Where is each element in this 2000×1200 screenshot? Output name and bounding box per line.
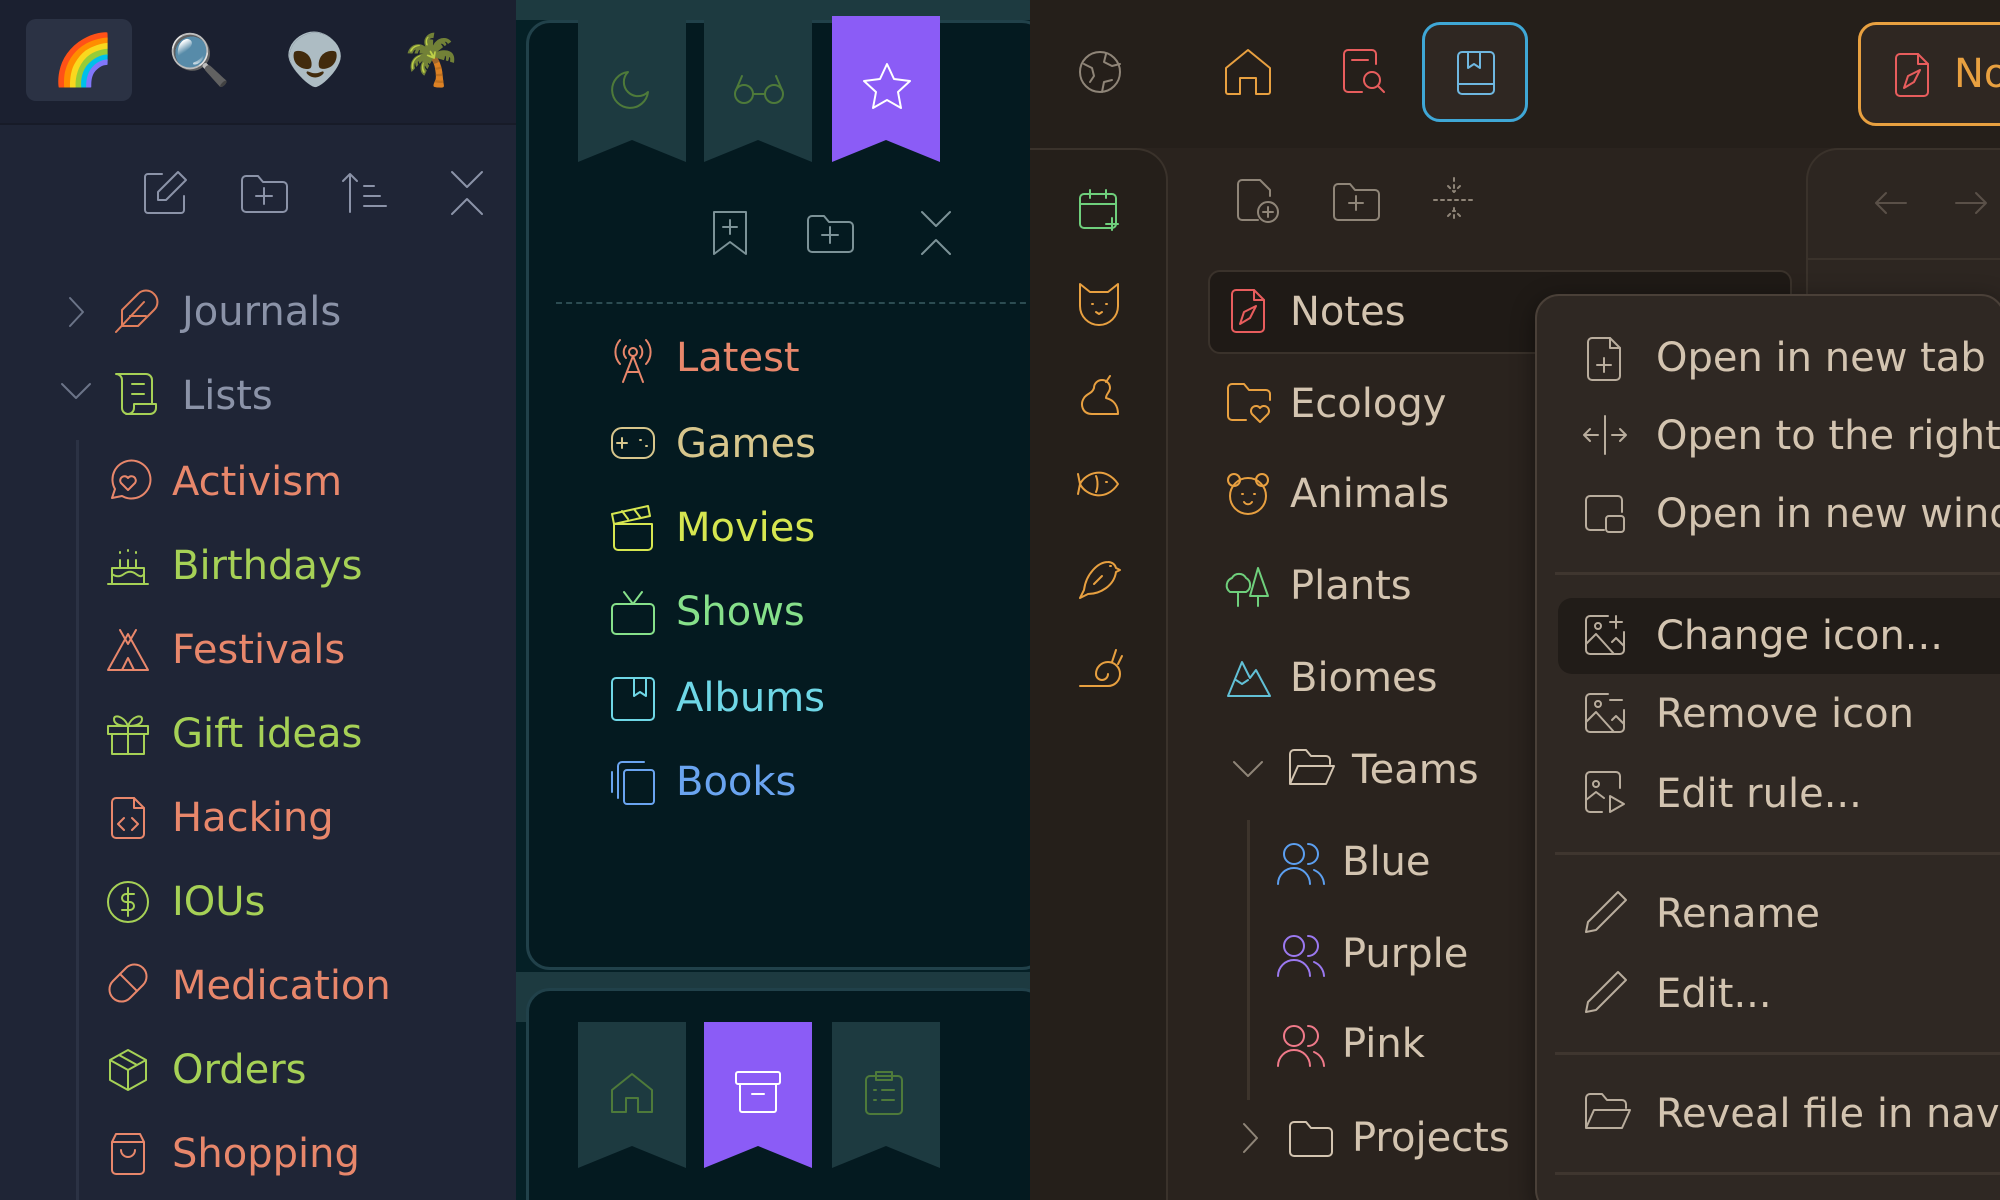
archive-icon — [735, 1071, 781, 1113]
new-group-icon[interactable] — [804, 210, 858, 256]
menu-separator — [1555, 572, 2000, 575]
moon-icon — [611, 71, 649, 109]
pill-icon — [108, 963, 148, 1003]
sidebar-tab-bar: 🌈 🔍 👽 🌴 — [0, 0, 516, 125]
radio-tower-icon — [614, 339, 652, 383]
file-search-icon[interactable] — [1340, 46, 1388, 98]
collapse-all-icon[interactable] — [444, 168, 490, 218]
folder-label-lists[interactable]: Lists — [182, 376, 273, 416]
chevron-down-icon[interactable] — [58, 378, 94, 406]
editor-header-divider — [1808, 258, 2000, 260]
trees-icon — [1225, 567, 1269, 607]
squirrel-icon[interactable] — [1076, 372, 1122, 418]
home-icon — [611, 1073, 653, 1113]
arrow-right-icon[interactable] — [1952, 188, 1990, 218]
file-image-icon — [1585, 771, 1625, 813]
snail-icon[interactable] — [1076, 646, 1123, 690]
file-explorer-pane-slate: 🌈 🔍 👽 🌴 Journals Lists Activism Birthday… — [0, 0, 516, 1200]
menu-separator — [1555, 852, 2000, 855]
new-note-icon[interactable] — [1232, 176, 1284, 228]
note-tab-label: No — [1954, 51, 2000, 97]
folder-open-icon — [1585, 1093, 1631, 1129]
tree-indent-guide — [1247, 820, 1250, 1100]
arrow-left-icon[interactable] — [1872, 188, 1910, 218]
users-icon — [1277, 843, 1325, 885]
new-folder-icon[interactable] — [238, 168, 292, 218]
album-icon — [611, 677, 655, 721]
chevron-right-icon[interactable] — [62, 294, 90, 330]
note-icon — [1231, 289, 1265, 333]
pencil-icon — [1585, 891, 1627, 933]
menu-separator — [1555, 1052, 2000, 1055]
star-icon — [863, 63, 911, 109]
tab-palm-tree[interactable]: 🌴 — [400, 35, 462, 85]
calendar-plus-icon[interactable] — [1076, 186, 1122, 234]
clipboard-icon — [865, 1071, 903, 1115]
globe-icon[interactable] — [1076, 48, 1124, 96]
dashed-divider — [556, 302, 1036, 304]
package-icon — [109, 1049, 147, 1091]
fish-icon[interactable] — [1076, 462, 1122, 506]
sort-icon[interactable] — [340, 168, 390, 218]
screenshot-root: 🌈 🔍 👽 🌴 Journals Lists Activism Birthday… — [0, 0, 2000, 1200]
library-icon — [611, 761, 655, 805]
clapperboard-icon — [611, 505, 653, 551]
book-icon — [1457, 51, 1495, 95]
tab-rainbow[interactable]: 🌈 — [52, 35, 114, 85]
chevron-down-icon[interactable] — [1230, 756, 1266, 784]
bird-icon[interactable] — [1076, 554, 1122, 600]
users-icon — [1277, 935, 1325, 977]
feather-icon — [115, 289, 159, 333]
window-icon — [1585, 495, 1625, 533]
file-plus-icon — [1587, 337, 1621, 381]
collapse-icon[interactable] — [1430, 174, 1478, 226]
note-icon — [1895, 53, 1929, 97]
collapse-all-icon[interactable] — [918, 208, 954, 258]
frame-top-band — [516, 0, 1030, 20]
folder-label-journals[interactable]: Journals — [182, 292, 341, 332]
folder-icon — [1289, 1121, 1333, 1157]
image-minus-icon — [1585, 693, 1625, 733]
tree-indent-guide — [76, 440, 79, 1200]
scroll-icon — [115, 373, 157, 415]
split-icon — [1583, 415, 1627, 455]
glasses-icon — [734, 75, 784, 104]
gift-icon — [107, 715, 149, 755]
tent-icon — [107, 629, 149, 671]
home-icon[interactable] — [1222, 46, 1274, 98]
tv-icon — [611, 591, 655, 635]
tab-search[interactable]: 🔍 — [168, 35, 230, 85]
tab-alien[interactable]: 👽 — [284, 35, 346, 85]
bear-icon — [1227, 473, 1269, 515]
file-explorer-pane-brown: No Notes Ecology Animals Plants Biomes T… — [1030, 0, 2000, 1200]
mountain-icon — [1227, 661, 1271, 697]
gamepad-icon — [611, 427, 655, 459]
users-icon — [1277, 1025, 1325, 1067]
dollar-icon — [107, 881, 149, 923]
chevron-right-icon[interactable] — [1236, 1120, 1264, 1156]
folder-open-icon — [1289, 749, 1335, 785]
bookmarks-frame — [526, 20, 1046, 970]
code-file-icon — [111, 797, 145, 839]
new-note-icon[interactable] — [140, 168, 190, 218]
menu-separator — [1555, 1172, 2000, 1175]
new-folder-icon[interactable] — [1330, 178, 1382, 224]
folder-heart-icon — [1227, 383, 1271, 423]
cake-icon — [107, 549, 149, 585]
image-plus-icon — [1585, 615, 1625, 655]
cat-icon[interactable] — [1076, 280, 1122, 326]
bookmarks-pane-teal: Latest Games Movies Shows Albums Books — [516, 0, 1046, 1200]
pencil-icon — [1585, 971, 1627, 1013]
heart-message-icon — [111, 459, 152, 500]
shopping-bag-icon — [111, 1133, 145, 1175]
add-bookmark-icon[interactable] — [708, 208, 752, 258]
